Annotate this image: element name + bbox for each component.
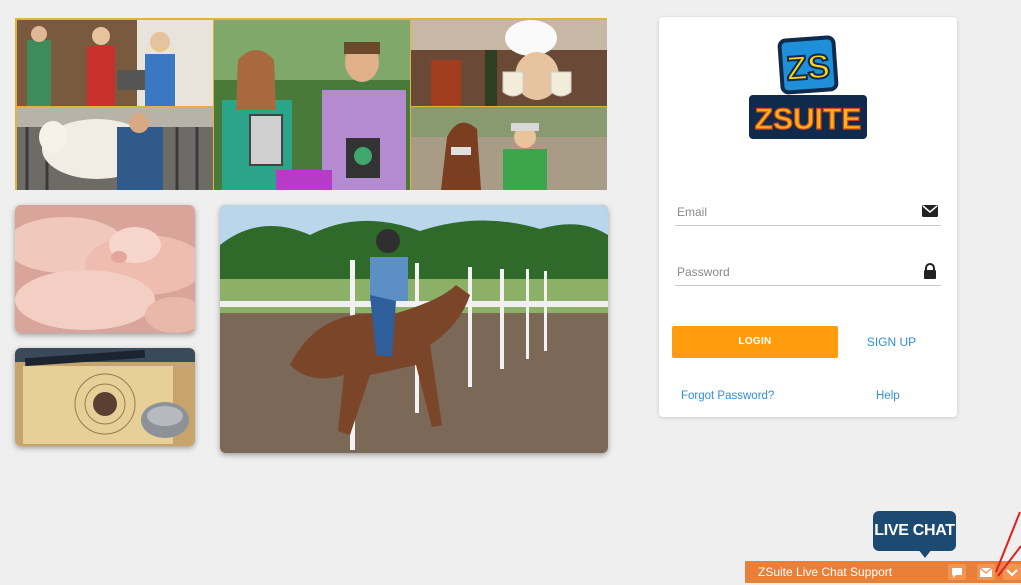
photo-barrel-racing	[220, 205, 608, 453]
envelope-icon	[921, 203, 939, 219]
password-field[interactable]: Password	[675, 257, 941, 286]
zsuite-logo: ZS ZSUITE	[743, 31, 873, 143]
login-panel: ZS ZSUITE Email Password LOGIN SIGN UP F…	[659, 17, 957, 417]
photo-collage	[15, 18, 607, 190]
photo-pigs	[15, 205, 195, 333]
login-button[interactable]: LOGIN	[672, 326, 838, 358]
email-label: Email	[677, 205, 708, 219]
photo-chef	[411, 20, 607, 106]
live-chat-badge[interactable]: LIVE CHAT	[873, 511, 956, 551]
photo-award-winners	[214, 20, 410, 190]
chat-bubble-icon[interactable]	[948, 564, 966, 580]
annotation-arrow	[995, 511, 1021, 577]
photo-horse-boy	[411, 107, 607, 190]
photo-kids-science	[17, 20, 213, 106]
forgot-password-link[interactable]: Forgot Password?	[681, 390, 774, 402]
lock-icon	[921, 263, 939, 279]
live-chat-bar[interactable]: ZSuite Live Chat Support	[745, 561, 1021, 583]
logo-monogram: ZS	[785, 47, 831, 88]
live-chat-badge-tail	[918, 549, 932, 558]
photo-sheep	[17, 107, 213, 190]
live-chat-title: ZSuite Live Chat Support	[758, 565, 893, 579]
email-field[interactable]: Email	[675, 197, 941, 226]
logo-wordmark: ZSUITE	[755, 103, 862, 136]
signup-link[interactable]: SIGN UP	[854, 335, 929, 349]
password-label: Password	[677, 265, 730, 279]
help-link[interactable]: Help	[876, 390, 900, 402]
photo-target-pellets	[15, 348, 195, 446]
